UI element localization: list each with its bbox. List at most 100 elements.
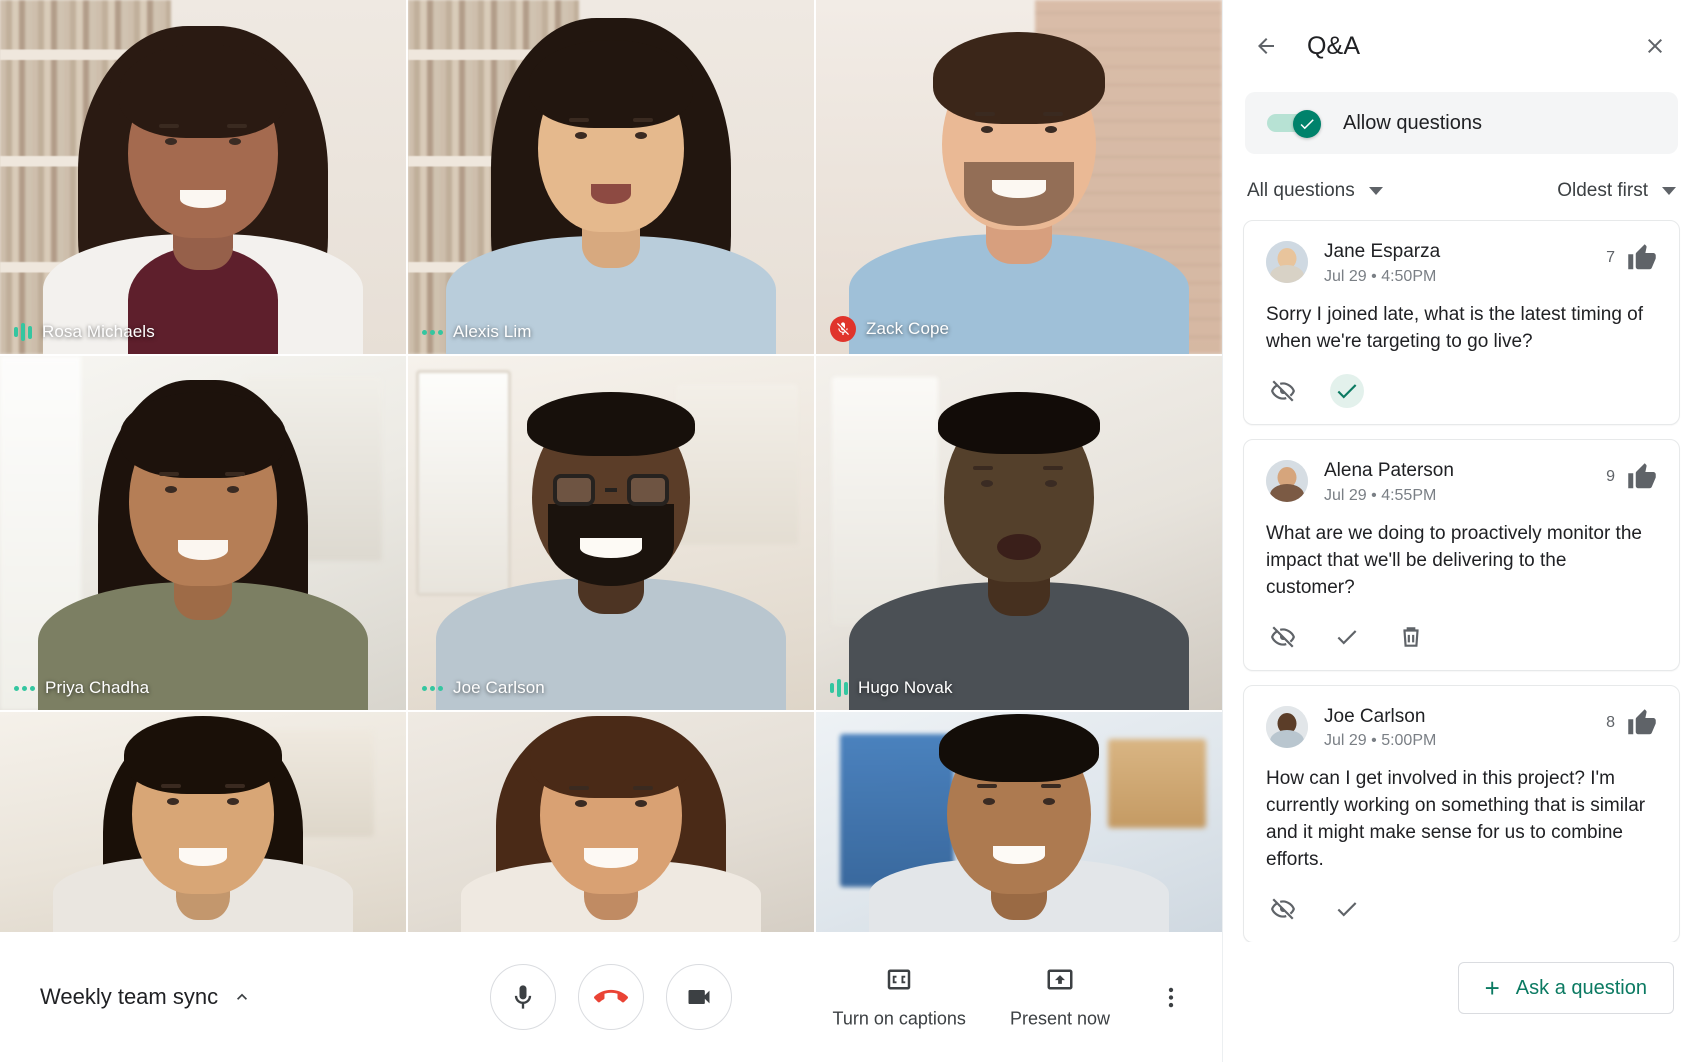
question-card[interactable]: Joe Carlson Jul 29 • 5:00PM 8 How can I … bbox=[1243, 684, 1680, 942]
back-button[interactable] bbox=[1245, 25, 1287, 67]
mic-dots-icon bbox=[422, 685, 443, 691]
allow-questions-label: Allow questions bbox=[1343, 111, 1482, 134]
question-author: Joe Carlson bbox=[1324, 705, 1426, 727]
mic-dots-icon bbox=[422, 329, 443, 335]
mic-active-icon bbox=[14, 323, 32, 341]
question-text: Sorry I joined late, what is the latest … bbox=[1266, 303, 1644, 352]
question-filter-label: All questions bbox=[1247, 180, 1355, 201]
participant-name: Joe Carlson bbox=[453, 678, 545, 697]
participant-tile-7[interactable] bbox=[0, 712, 406, 932]
participant-tile-rosa-michaels[interactable]: Rosa Michaels bbox=[0, 0, 406, 354]
thumbs-up-icon[interactable] bbox=[1627, 462, 1657, 492]
call-controls bbox=[490, 964, 732, 1030]
participant-name-chip: Alexis Lim bbox=[422, 322, 531, 342]
participant-name: Rosa Michaels bbox=[42, 322, 155, 341]
close-button[interactable] bbox=[1634, 25, 1676, 67]
chevron-down-icon bbox=[1368, 187, 1383, 195]
participant-name-chip: Hugo Novak bbox=[830, 678, 953, 698]
ask-question-button[interactable]: + Ask a question bbox=[1457, 962, 1674, 1014]
question-actions bbox=[1266, 373, 1657, 408]
microphone-button[interactable] bbox=[490, 964, 556, 1030]
present-button[interactable]: Present now bbox=[1010, 965, 1110, 1030]
question-actions bbox=[1266, 620, 1657, 654]
question-like-group[interactable]: 7 bbox=[1606, 241, 1657, 273]
question-actions bbox=[1266, 892, 1657, 926]
delete-question-icon[interactable] bbox=[1394, 620, 1428, 654]
qa-panel: Q&A Allow questions All questions Oldest… bbox=[1222, 0, 1700, 1062]
meet-app: Rosa Michaels Alexis Lim Zack Cope Priya… bbox=[0, 0, 1700, 1062]
question-author: Alena Paterson bbox=[1324, 459, 1454, 481]
participant-name-chip: Zack Cope bbox=[830, 316, 949, 342]
question-list: Jane Esparza Jul 29 • 4:50PM 7 Sorry I j… bbox=[1223, 220, 1700, 942]
close-icon bbox=[1648, 39, 1662, 53]
mark-answered-icon[interactable] bbox=[1330, 373, 1364, 408]
qa-footer: + Ask a question bbox=[1223, 942, 1700, 1062]
present-screen-icon bbox=[1045, 965, 1075, 1000]
closed-captions-icon bbox=[884, 965, 914, 1000]
participant-name: Alexis Lim bbox=[453, 322, 532, 341]
avatar bbox=[1266, 459, 1308, 502]
toggle-knob bbox=[1293, 110, 1321, 138]
like-count: 7 bbox=[1606, 249, 1615, 266]
question-like-group[interactable]: 8 bbox=[1606, 706, 1657, 738]
hide-question-icon[interactable] bbox=[1266, 374, 1300, 408]
avatar bbox=[1266, 705, 1308, 748]
avatar bbox=[1266, 241, 1308, 283]
chevron-down-icon bbox=[1662, 187, 1676, 195]
question-card[interactable]: Jane Esparza Jul 29 • 4:50PM 7 Sorry I j… bbox=[1243, 220, 1680, 425]
participant-name: Hugo Novak bbox=[858, 678, 953, 697]
hide-question-icon[interactable] bbox=[1266, 892, 1300, 926]
meeting-control-bar: Weekly team sync Turn on captions Presen… bbox=[0, 932, 1222, 1062]
captions-button[interactable]: Turn on captions bbox=[833, 965, 966, 1030]
more-options-button[interactable] bbox=[1154, 980, 1188, 1014]
mic-active-icon bbox=[830, 679, 848, 697]
check-icon bbox=[1300, 119, 1314, 130]
question-text: What are we doing to proactively monitor… bbox=[1266, 522, 1642, 598]
plus-icon: + bbox=[1484, 973, 1500, 1003]
qa-panel-title: Q&A bbox=[1307, 31, 1361, 60]
participant-tile-joe-carlson[interactable]: Joe Carlson bbox=[408, 356, 814, 710]
participant-tile-zack-cope[interactable]: Zack Cope bbox=[816, 0, 1222, 354]
question-filter-dropdown[interactable]: All questions bbox=[1247, 180, 1383, 202]
allow-questions-toggle[interactable] bbox=[1267, 110, 1321, 138]
mic-muted-icon bbox=[830, 316, 856, 342]
participant-name-chip: Joe Carlson bbox=[422, 678, 545, 698]
mark-answered-icon[interactable] bbox=[1330, 620, 1364, 654]
secondary-controls: Turn on captions Present now bbox=[833, 965, 1188, 1030]
captions-label: Turn on captions bbox=[832, 1008, 966, 1029]
mic-dots-icon bbox=[14, 685, 35, 691]
present-label: Present now bbox=[1009, 1008, 1110, 1029]
meeting-title: Weekly team sync bbox=[40, 984, 219, 1009]
participant-name: Priya Chadha bbox=[45, 678, 150, 697]
qa-filter-row: All questions Oldest first bbox=[1223, 154, 1700, 220]
participant-tile-8[interactable] bbox=[408, 712, 814, 932]
question-timestamp: Jul 29 • 4:50PM bbox=[1324, 267, 1437, 285]
hide-question-icon[interactable] bbox=[1266, 620, 1300, 654]
meeting-title-button[interactable]: Weekly team sync bbox=[40, 984, 252, 1010]
question-author: Jane Esparza bbox=[1324, 241, 1441, 262]
hangup-button[interactable] bbox=[578, 964, 644, 1030]
thumbs-up-icon[interactable] bbox=[1627, 708, 1657, 738]
participant-tile-priya-chadha[interactable]: Priya Chadha bbox=[0, 356, 406, 710]
participant-tile-9[interactable] bbox=[816, 712, 1222, 932]
question-like-group[interactable]: 9 bbox=[1606, 460, 1657, 492]
arrow-left-icon bbox=[1258, 38, 1274, 54]
thumbs-up-icon[interactable] bbox=[1627, 243, 1657, 273]
participant-tile-hugo-novak[interactable]: Hugo Novak bbox=[816, 356, 1222, 710]
chevron-up-icon[interactable] bbox=[232, 987, 252, 1007]
question-timestamp: Jul 29 • 5:00PM bbox=[1324, 732, 1437, 750]
participant-tile-alexis-lim[interactable]: Alexis Lim bbox=[408, 0, 814, 354]
question-timestamp: Jul 29 • 4:55PM bbox=[1324, 486, 1437, 504]
qa-header: Q&A bbox=[1223, 0, 1700, 92]
participant-name-chip: Priya Chadha bbox=[14, 678, 149, 698]
like-count: 9 bbox=[1606, 467, 1615, 485]
allow-questions-row[interactable]: Allow questions bbox=[1245, 92, 1678, 154]
question-sort-label: Oldest first bbox=[1557, 180, 1648, 201]
question-card[interactable]: Alena Paterson Jul 29 • 4:55PM 9 What ar… bbox=[1243, 438, 1680, 671]
ask-question-label: Ask a question bbox=[1515, 976, 1647, 999]
question-sort-dropdown[interactable]: Oldest first bbox=[1557, 180, 1676, 202]
participant-name-chip: Rosa Michaels bbox=[14, 322, 155, 342]
mark-answered-icon[interactable] bbox=[1330, 892, 1364, 926]
camera-button[interactable] bbox=[666, 964, 732, 1030]
question-text: How can I get involved in this project? … bbox=[1266, 768, 1646, 871]
